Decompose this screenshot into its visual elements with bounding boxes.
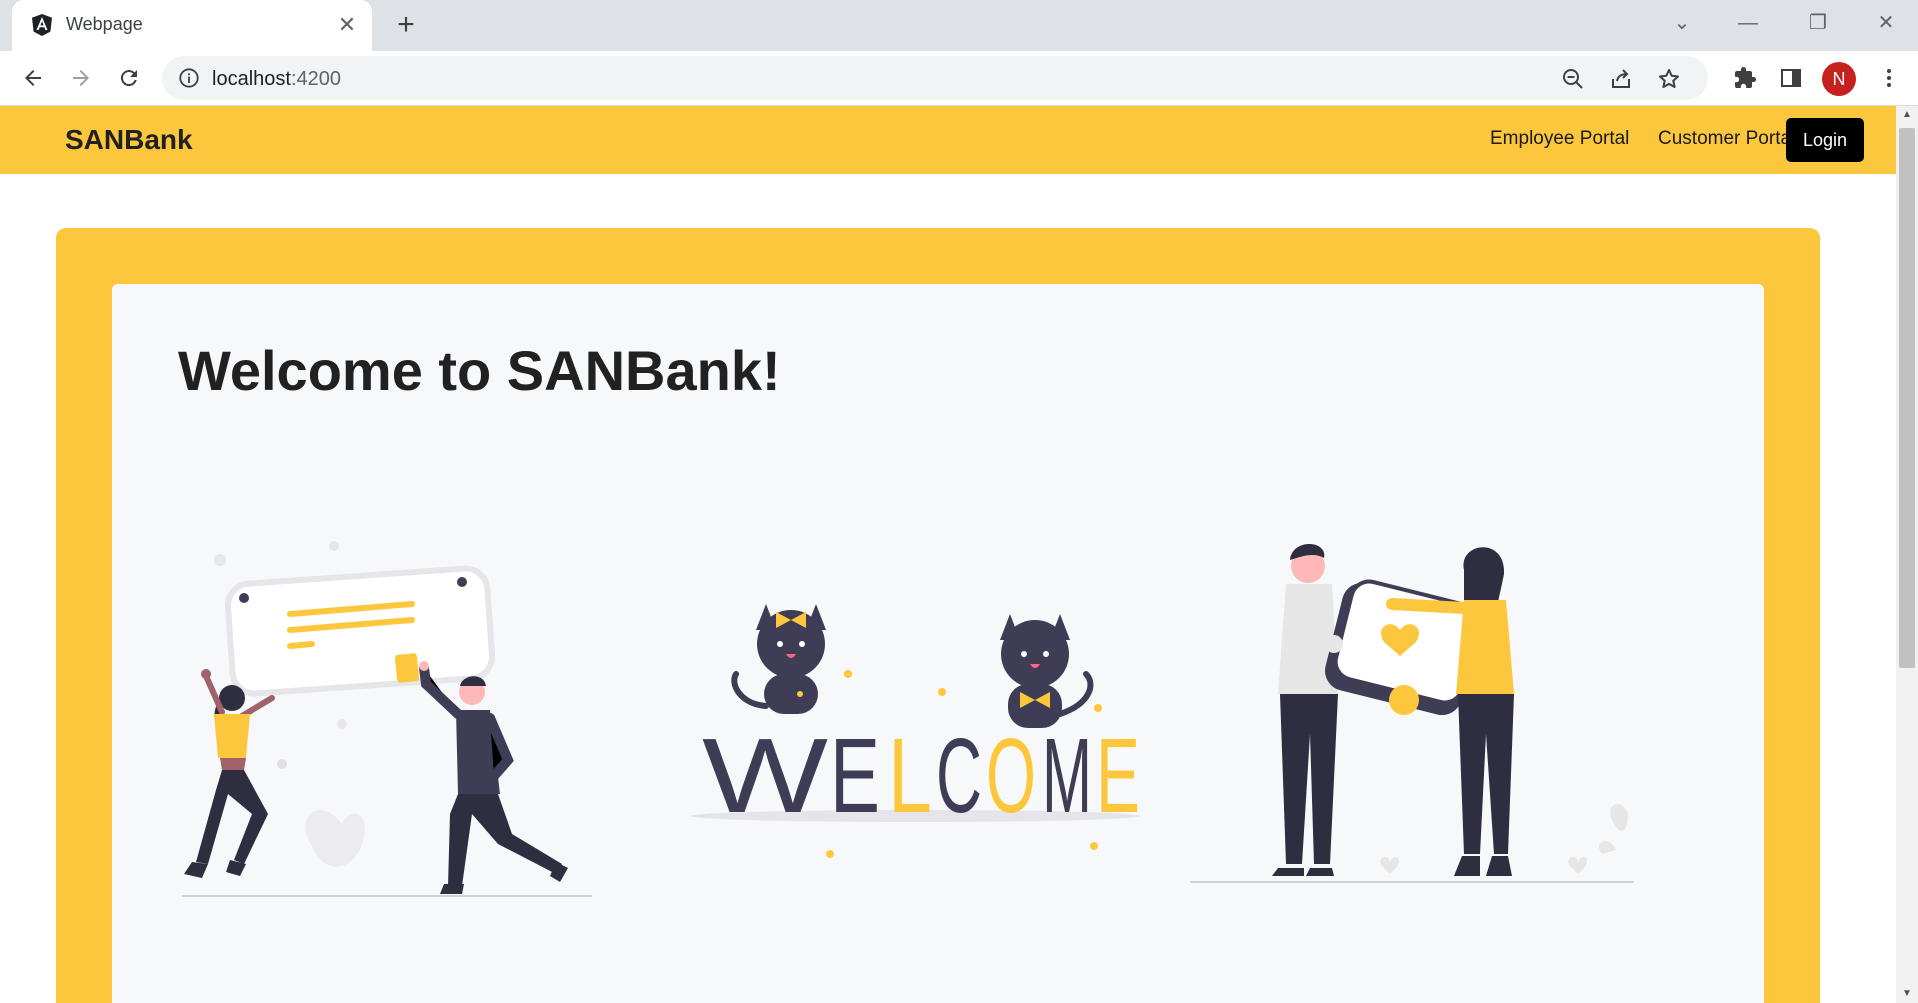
browser-tab[interactable]: Webpage ✕: [12, 0, 372, 51]
site-navbar: SANBank Employee Portal Customer Portal …: [0, 106, 1896, 174]
welcome-cats-illustration: W E L C O M E: [690, 604, 1140, 858]
login-button[interactable]: Login: [1786, 118, 1864, 162]
scroll-up-icon[interactable]: ▲: [1896, 106, 1918, 124]
menu-kebab-icon[interactable]: [1872, 61, 1906, 95]
angular-icon: [32, 14, 52, 36]
welcome-letter-w: W: [702, 717, 828, 835]
site-info-icon[interactable]: [178, 67, 200, 89]
brand-logo[interactable]: SANBank: [65, 124, 193, 156]
welcome-letter-c: C: [936, 717, 982, 835]
teamwork-illustration: [1190, 544, 1634, 883]
url-text: localhost:4200: [212, 68, 341, 90]
share-icon[interactable]: [1608, 66, 1634, 92]
page-viewport: SANBank Employee Portal Customer Portal …: [0, 106, 1896, 1003]
welcome-letter-e1: E: [830, 717, 880, 835]
hero-panel: Welcome to SANBank! W E L C O M E: [112, 284, 1764, 1003]
vertical-scrollbar[interactable]: ▲ ▼: [1896, 106, 1918, 1003]
page-title: Welcome to SANBank!: [178, 339, 781, 402]
bookmark-star-icon[interactable]: [1656, 66, 1682, 92]
scroll-down-icon[interactable]: ▼: [1896, 985, 1918, 1003]
side-panel-icon[interactable]: [1774, 61, 1808, 95]
celebration-illustration: [182, 541, 592, 897]
welcome-letter-l: L: [888, 717, 932, 835]
browser-toolbar: localhost:4200 N: [0, 51, 1918, 106]
minimize-icon[interactable]: —: [1728, 8, 1768, 38]
welcome-letter-e2: E: [1096, 717, 1140, 835]
tab-search-icon[interactable]: ⌄: [1662, 8, 1702, 38]
scrollbar-thumb[interactable]: [1899, 128, 1915, 668]
hero-banner: Welcome to SANBank! W E L C O M E: [56, 228, 1820, 1003]
back-icon[interactable]: [16, 61, 50, 95]
close-window-icon[interactable]: ✕: [1866, 8, 1906, 38]
new-tab-icon[interactable]: +: [390, 10, 422, 42]
tab-title: Webpage: [66, 14, 143, 34]
address-bar[interactable]: localhost:4200: [162, 56, 1708, 100]
browser-tabstrip: Webpage ✕ + ⌄ — ❐ ✕: [0, 0, 1918, 51]
welcome-letter-o: O: [986, 717, 1036, 835]
reload-icon[interactable]: [112, 61, 146, 95]
forward-icon[interactable]: [64, 61, 98, 95]
welcome-letter-m: M: [1042, 717, 1092, 835]
nav-employee-portal[interactable]: Employee Portal: [1490, 128, 1629, 150]
profile-avatar[interactable]: N: [1822, 62, 1856, 96]
extensions-icon[interactable]: [1728, 61, 1762, 95]
restore-icon[interactable]: ❐: [1798, 8, 1838, 38]
zoom-out-icon[interactable]: [1560, 66, 1586, 92]
nav-customer-portal[interactable]: Customer Portal: [1658, 128, 1795, 150]
close-tab-icon[interactable]: ✕: [334, 12, 360, 38]
